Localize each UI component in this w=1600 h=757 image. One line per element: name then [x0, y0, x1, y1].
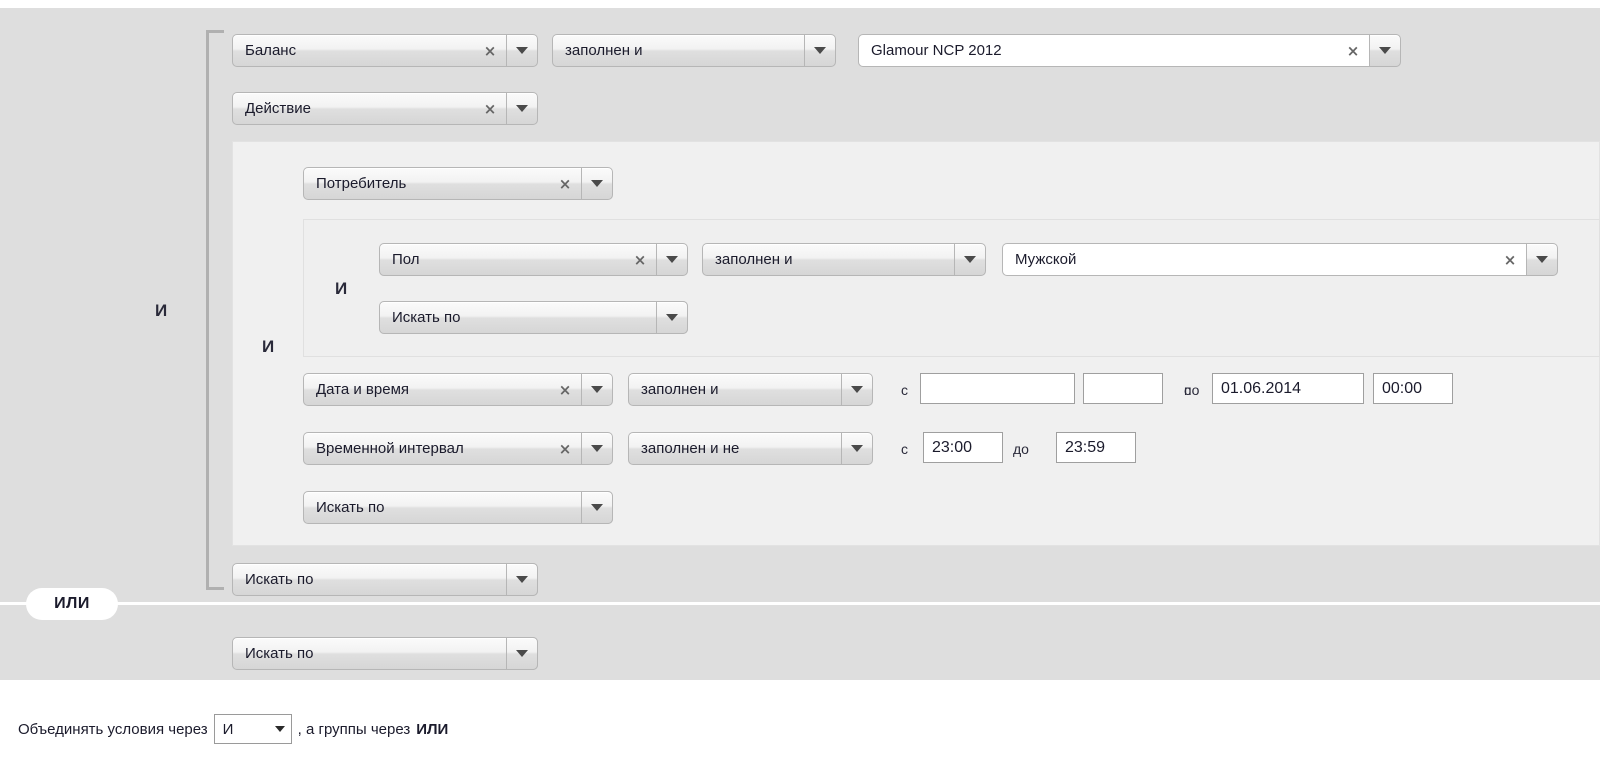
- field-combo-search-by-gender-group-body[interactable]: Искать по: [379, 301, 688, 334]
- field-combo-balance[interactable]: Баланс ×: [232, 34, 538, 67]
- field-combo-search-by-inner[interactable]: Искать по: [303, 491, 613, 524]
- field-combo-search-by-group-label: Искать по: [245, 572, 314, 587]
- clear-icon[interactable]: ×: [482, 43, 498, 59]
- value-combo-gender-body[interactable]: Мужской ×: [1002, 243, 1526, 276]
- field-combo-search-by-second-group[interactable]: Искать по: [232, 637, 538, 670]
- field-combo-gender[interactable]: Пол ×: [379, 243, 688, 276]
- value-combo-gender-label: Мужской: [1015, 252, 1077, 267]
- field-combo-balance-body[interactable]: Баланс ×: [232, 34, 506, 67]
- value-combo-balance[interactable]: Glamour NCP 2012 ×: [858, 34, 1401, 67]
- field-combo-action-label: Действие: [245, 101, 311, 116]
- field-combo-search-by-second-group-label: Искать по: [245, 646, 314, 661]
- chevron-down-icon[interactable]: [506, 92, 538, 125]
- operator-combo-timeinterval-body[interactable]: заполнен и не: [628, 432, 841, 465]
- chevron-down-icon[interactable]: [506, 637, 538, 670]
- chevron-down-icon[interactable]: [804, 34, 836, 67]
- clear-icon[interactable]: ×: [482, 101, 498, 117]
- operator-combo-balance-label: заполнен и: [565, 43, 643, 58]
- query-canvas: И Баланс × заполнен и Glamour NCP 2012 ×: [0, 8, 1600, 680]
- chevron-down-icon[interactable]: [506, 563, 538, 596]
- group-operator-outer: И: [155, 301, 168, 320]
- datetime-to-time-input[interactable]: 00:00: [1373, 373, 1453, 404]
- field-combo-datetime[interactable]: Дата и время ×: [303, 373, 613, 406]
- operator-combo-gender[interactable]: заполнен и: [702, 243, 986, 276]
- chevron-down-icon[interactable]: [1369, 34, 1401, 67]
- field-combo-search-by-gender-group-label: Искать по: [392, 310, 461, 325]
- field-combo-search-by-second-group-body[interactable]: Искать по: [232, 637, 538, 670]
- chevron-down-icon[interactable]: [506, 34, 538, 67]
- combine-middle-label: , а группы через: [297, 720, 411, 738]
- field-combo-search-by-gender-group[interactable]: Искать по: [379, 301, 688, 334]
- field-combo-datetime-label: Дата и время: [316, 382, 410, 397]
- operator-combo-gender-label: заполнен и: [715, 252, 793, 267]
- combine-group-operator-label: ИЛИ: [416, 720, 449, 738]
- clear-icon[interactable]: ×: [557, 176, 573, 192]
- field-combo-consumer-body[interactable]: Потребитель ×: [303, 167, 581, 200]
- chevron-down-icon[interactable]: [954, 243, 986, 276]
- operator-combo-timeinterval-label: заполнен и не: [641, 441, 740, 456]
- field-combo-timeinterval-label: Временной интервал: [316, 441, 464, 456]
- query-builder: И Баланс × заполнен и Glamour NCP 2012 ×: [0, 0, 1600, 757]
- operator-combo-datetime-body[interactable]: заполнен и: [628, 373, 841, 406]
- nested-group-panel-consumer: [303, 219, 1600, 357]
- chevron-down-icon[interactable]: [656, 243, 688, 276]
- timeinterval-to-label: до: [1013, 441, 1029, 457]
- group-separator-badge: ИЛИ: [26, 588, 118, 620]
- operator-combo-datetime-label: заполнен и: [641, 382, 719, 397]
- operator-combo-balance[interactable]: заполнен и: [552, 34, 836, 67]
- datetime-from-label-left: с: [901, 382, 908, 398]
- timeinterval-to-time-input[interactable]: 23:59: [1056, 432, 1136, 463]
- field-combo-search-by-inner-label: Искать по: [316, 500, 385, 515]
- chevron-down-icon[interactable]: [581, 491, 613, 524]
- clear-icon[interactable]: ×: [632, 252, 648, 268]
- field-combo-timeinterval[interactable]: Временной интервал ×: [303, 432, 613, 465]
- value-combo-balance-body[interactable]: Glamour NCP 2012 ×: [858, 34, 1369, 67]
- clear-icon[interactable]: ×: [1502, 252, 1518, 268]
- chevron-down-icon[interactable]: [656, 301, 688, 334]
- footer: Объединять условия через И , а группы че…: [0, 690, 1600, 757]
- field-combo-gender-label: Пол: [392, 252, 420, 267]
- combine-operator-select[interactable]: И: [213, 714, 292, 744]
- field-combo-search-by-group[interactable]: Искать по: [232, 563, 538, 596]
- datetime-from-time-input[interactable]: [1083, 373, 1163, 404]
- value-combo-gender[interactable]: Мужской ×: [1002, 243, 1558, 276]
- datetime-from-date-input[interactable]: [920, 373, 1075, 404]
- combine-prefix-label: Объединять условия через: [18, 720, 208, 738]
- combine-conditions-row: Объединять условия через И , а группы че…: [18, 714, 448, 744]
- combine-operator-value: И: [222, 720, 234, 738]
- field-combo-balance-label: Баланс: [245, 43, 297, 58]
- timeinterval-from-time-input[interactable]: 23:00: [923, 432, 1003, 463]
- datetime-to-label: по: [1184, 382, 1200, 398]
- chevron-down-icon[interactable]: [581, 167, 613, 200]
- operator-combo-timeinterval[interactable]: заполнен и не: [628, 432, 873, 465]
- clear-icon[interactable]: ×: [557, 441, 573, 457]
- field-combo-gender-body[interactable]: Пол ×: [379, 243, 656, 276]
- group-operator-inner: И: [262, 337, 275, 356]
- operator-combo-balance-body[interactable]: заполнен и: [552, 34, 804, 67]
- field-combo-datetime-body[interactable]: Дата и время ×: [303, 373, 581, 406]
- chevron-down-icon[interactable]: [841, 432, 873, 465]
- operator-combo-datetime[interactable]: заполнен и: [628, 373, 873, 406]
- field-combo-search-by-inner-body[interactable]: Искать по: [303, 491, 613, 524]
- clear-icon[interactable]: ×: [557, 382, 573, 398]
- datetime-to-date-input[interactable]: 01.06.2014: [1212, 373, 1364, 404]
- clear-icon[interactable]: ×: [1345, 43, 1361, 59]
- chevron-down-icon[interactable]: [841, 373, 873, 406]
- field-combo-action-body[interactable]: Действие ×: [232, 92, 506, 125]
- field-combo-search-by-group-body[interactable]: Искать по: [232, 563, 538, 596]
- field-combo-consumer[interactable]: Потребитель ×: [303, 167, 613, 200]
- chevron-down-icon[interactable]: [581, 432, 613, 465]
- value-combo-balance-label: Glamour NCP 2012: [871, 43, 1002, 58]
- timeinterval-from-label: с: [901, 441, 908, 457]
- field-combo-consumer-label: Потребитель: [316, 176, 407, 191]
- chevron-down-icon[interactable]: [581, 373, 613, 406]
- group-operator-gender: И: [335, 279, 348, 298]
- field-combo-action[interactable]: Действие ×: [232, 92, 538, 125]
- chevron-down-icon[interactable]: [1526, 243, 1558, 276]
- group-bracket-outer: [206, 30, 224, 590]
- chevron-down-icon[interactable]: [274, 726, 285, 732]
- field-combo-timeinterval-body[interactable]: Временной интервал ×: [303, 432, 581, 465]
- group-separator-line: [0, 602, 1600, 605]
- operator-combo-gender-body[interactable]: заполнен и: [702, 243, 954, 276]
